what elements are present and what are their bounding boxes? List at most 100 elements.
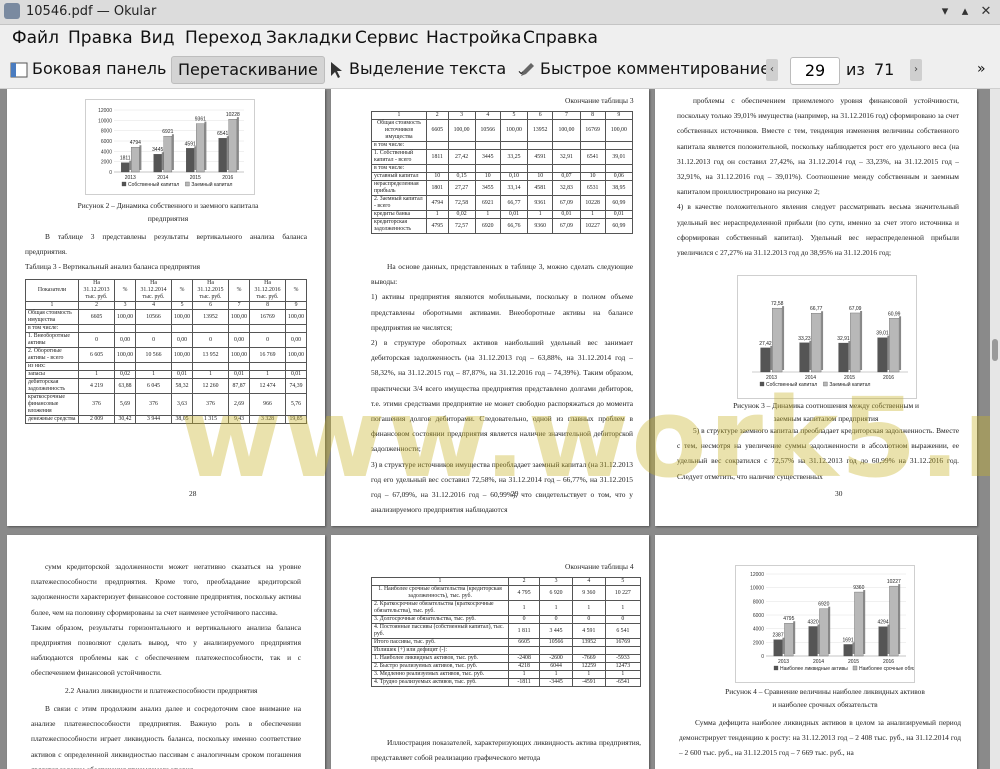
table-cell [285, 324, 307, 333]
table-cell: из них: [25, 362, 79, 371]
bar [772, 307, 783, 373]
table-cell [248, 362, 287, 371]
paragraph: Сумма дефицита наиболее ликвидных активо… [679, 718, 961, 758]
table-row: 4. Трудно реализуемых активов, тыс. руб.… [371, 678, 642, 687]
sidebar-button[interactable]: Боковая панель [10, 56, 166, 82]
data-label: 4320 [808, 619, 819, 625]
bar-depth [194, 146, 197, 170]
menu-go[interactable]: Переход [185, 28, 262, 48]
minimize-icon[interactable]: ▾ [936, 3, 954, 21]
table-cell: 3 [114, 301, 136, 310]
menu-settings[interactable]: Настройка [426, 28, 521, 48]
table-cell: 3. Медленно реализуемых активов, тыс. ру… [371, 670, 509, 679]
table-cell: 3. Долгосрочные обязательства, тыс. руб. [371, 615, 509, 624]
figure-4-chart: 0 2000 4000 6000 8000 10000 12000 2387 4795 2013 4… [735, 565, 939, 683]
menu-tools[interactable]: Сервис [355, 28, 419, 48]
bar [811, 313, 822, 373]
table-cell: 1 [507, 600, 541, 616]
table-row: в том числе: [371, 141, 634, 150]
data-label: 4294 [878, 620, 889, 626]
table-cell: краткосрочные финансовые вложения [25, 393, 79, 416]
bar [877, 337, 888, 373]
bar [808, 626, 818, 657]
table-cell: 6 [191, 301, 230, 310]
menu-help[interactable]: Справка [523, 28, 598, 48]
table-cell: 0,01 [604, 210, 634, 219]
table-cell: в том числе: [371, 164, 427, 173]
menu-file[interactable]: Файл [12, 28, 59, 48]
data-label: 66,77 [810, 306, 823, 312]
table-cell: 32,91 [552, 149, 581, 165]
table-cell: 1 [604, 600, 642, 616]
scrollbar-thumb[interactable] [992, 339, 998, 361]
table-row: 12345 [371, 577, 642, 586]
table-cell: 60,99 [604, 218, 634, 234]
bar-depth [204, 121, 207, 170]
menu-edit[interactable]: Правка [68, 28, 133, 48]
table-cell: 1. Собственный капитал - всего [371, 149, 427, 165]
table-cell: -2408 [507, 654, 541, 663]
page-number-input[interactable]: 29 [790, 57, 840, 85]
table-cell: 6 920 [539, 585, 573, 601]
maximize-icon[interactable]: ▴ [956, 3, 974, 21]
data-label: 4794 [130, 140, 141, 146]
legend-label: Наиболее срочные обязательства [859, 666, 914, 672]
table-cell: 6920 [474, 218, 501, 234]
table-cell: -6541 [604, 678, 642, 687]
table-cell: 100,00 [604, 119, 634, 142]
bar [799, 342, 810, 373]
bar [131, 147, 140, 173]
table-cell: 1 [539, 600, 573, 616]
table-cell [604, 164, 634, 173]
table-cell: 1 [527, 210, 554, 219]
table-cell [171, 362, 193, 371]
menu-view[interactable]: Вид [140, 28, 174, 48]
table-cell [474, 141, 501, 150]
table-cell: 32,83 [552, 180, 581, 196]
table-cell [77, 362, 116, 371]
quick-annotate-button[interactable]: Быстрое комментирование [518, 56, 770, 82]
bar [843, 644, 853, 657]
table-cell [507, 646, 541, 655]
table-cell: 4795 [426, 218, 449, 234]
table-cell: 16769 [248, 309, 287, 325]
text-select-tool-button[interactable]: Выделение текста ⌄ [327, 56, 526, 82]
table-cell: 10566 [474, 119, 501, 142]
next-page-icon[interactable]: › [910, 59, 922, 81]
vertical-scrollbar[interactable] [990, 89, 1000, 769]
table-cell: 100,00 [285, 309, 307, 325]
x-tick-label: 2014 [813, 659, 824, 665]
table-cell [134, 324, 173, 333]
table-cell [499, 164, 529, 173]
table-cell [604, 646, 642, 655]
close-icon[interactable]: ✕ [977, 3, 995, 21]
drag-tool-button[interactable]: Перетаскивание [171, 56, 325, 84]
table-cell: 100,00 [552, 119, 581, 142]
table-cell: 1 [604, 670, 642, 679]
table-cell: 4 795 [507, 585, 541, 601]
table-row: 1. Собственный капитал - всего 1811 27,42 3… [371, 149, 634, 165]
table-cell: 12473 [604, 662, 642, 671]
cursor-icon [331, 61, 342, 78]
table-cell: 0,00 [228, 332, 250, 348]
table-cell: 100,00 [285, 347, 307, 363]
table-cell: 3455 [474, 180, 501, 196]
document-viewport[interactable]: 0 2000 4000 6000 8000 10000 12000 1811 4794 2013 3… [0, 89, 990, 769]
table-cell: -4591 [571, 678, 606, 687]
data-label: 10228 [226, 112, 240, 118]
table-cell: 1 [539, 670, 573, 679]
table-cell: 10 [474, 172, 501, 181]
table-cell: запасы [25, 370, 79, 379]
table-cell: % [114, 279, 136, 302]
table-cell: 0,15 [447, 172, 476, 181]
menu-bookmarks[interactable]: Закладки [266, 28, 352, 48]
table-cell: 0 [539, 615, 573, 624]
table-cell: 100,00 [447, 119, 476, 142]
table-row: 3. Долгосрочные обязательства, тыс. руб.… [371, 615, 642, 624]
previous-page-icon[interactable]: ‹ [766, 59, 778, 81]
bar-depth [817, 624, 820, 654]
table-cell: 6541 [579, 149, 606, 165]
table-cell [604, 141, 634, 150]
toolbar-overflow-icon[interactable]: » [977, 56, 986, 82]
data-label: 4591 [185, 141, 196, 147]
